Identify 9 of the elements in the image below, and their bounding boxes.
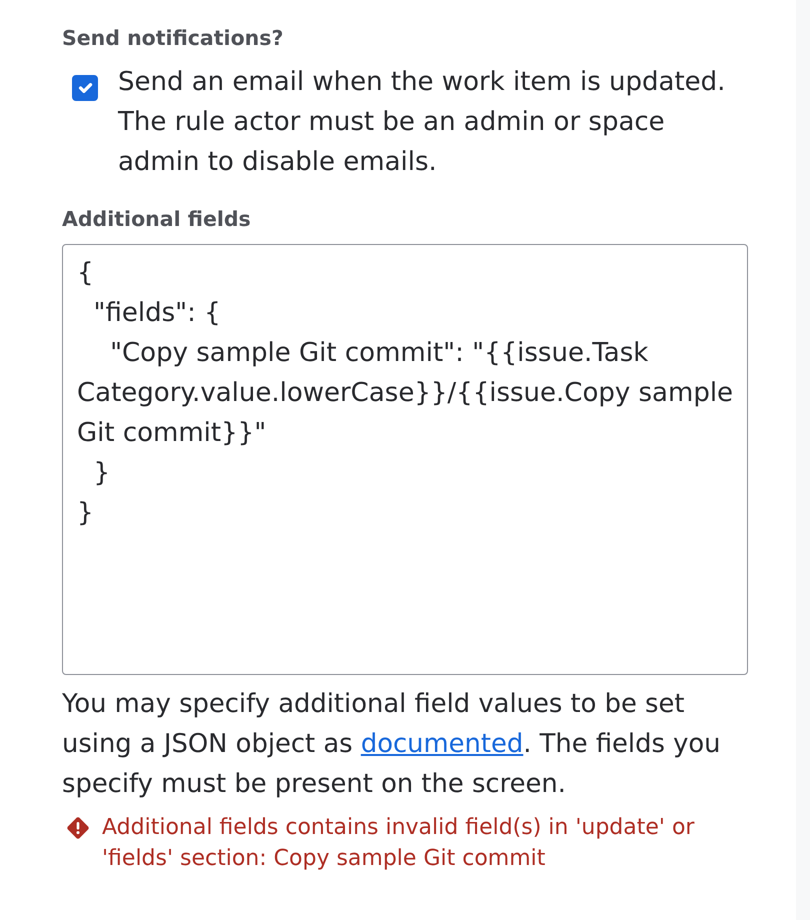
checkbox-label: Send an email when the work item is updated. The rule actor must be an admin or space admin to disable emails. — [118, 66, 726, 179]
help-text: You may specify additional field values to be set using a JSON object as documented. The fields you specify must be present on the screen. — [62, 688, 722, 801]
email-checkbox[interactable] — [72, 75, 98, 101]
documentation-link[interactable]: documented — [360, 729, 524, 759]
error-message: Additional fields contains invalid field(s) in 'update' or 'fields' section: Copy sample Git commit — [102, 814, 696, 873]
error-icon — [67, 817, 89, 839]
json-textarea[interactable]: { "fields": { "Copy sample Git commit": "{{issue.Task Category.value.lowerCase}}/{{issue.Copy sample Git commit}}" } } — [62, 244, 748, 675]
section-label: Send notifications? — [62, 25, 284, 52]
field-label: Additional fields — [62, 206, 252, 233]
